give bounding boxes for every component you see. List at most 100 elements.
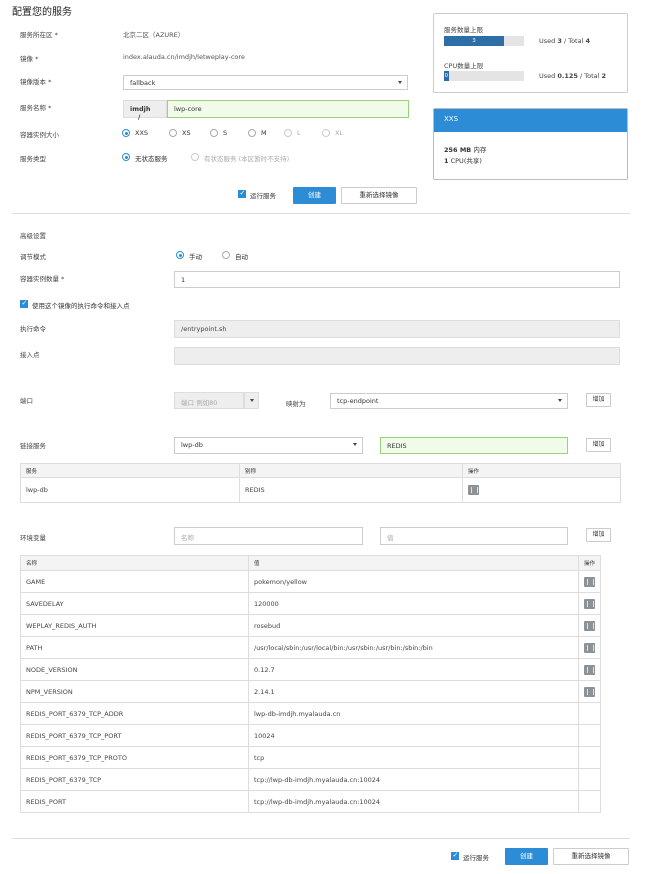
trash-icon[interactable]: [584, 620, 595, 631]
use-entrypoint-label: 使用这个镜像的执行命令和接入点: [32, 302, 130, 310]
table-row: REDIS_PORT_6379_TCP_PROTO tcp: [20, 746, 601, 769]
service-quota-bar-fill: 3: [444, 36, 504, 46]
region-value: 北京二区（AZURE）: [123, 31, 185, 39]
port-protocol-select[interactable]: [244, 392, 259, 409]
link-alias-input[interactable]: REDIS: [380, 437, 568, 454]
chevron-down-icon: [353, 443, 357, 446]
link-row-actions: [462, 477, 621, 503]
env-name-input[interactable]: 名称: [174, 527, 363, 545]
table-row: PATH/usr/local/sbin:/usr/local/bin:/usr/…: [20, 636, 601, 659]
plan-memory-unit: 内存: [471, 146, 487, 154]
link-service-selected: lwp-db: [181, 441, 203, 449]
run-service-checkbox-top[interactable]: [238, 189, 246, 198]
divider: [12, 838, 630, 839]
service-name-input[interactable]: lwp-core: [167, 100, 409, 118]
table-row: GAME pokemon/yellow: [20, 570, 601, 593]
env-name-placeholder: 名称: [181, 534, 194, 542]
env-row-name: GAME: [20, 570, 249, 593]
env-row-value: 2.14.1: [248, 680, 579, 703]
service-type-radio-stateless[interactable]: [122, 153, 130, 161]
image-version-selected: fallback: [130, 79, 156, 87]
links-table-header: 服务 别称 操作: [20, 463, 621, 478]
env-row-name: REDIS_PORT_6379_TCP_PORT: [20, 724, 249, 747]
size-radio-s[interactable]: [210, 129, 218, 137]
env-header-value: 值: [248, 555, 579, 571]
env-row-name: SAVEDELAY: [20, 592, 249, 615]
service-type-label: 服务类型: [20, 155, 46, 163]
create-button-top[interactable]: 创建: [293, 187, 336, 204]
add-env-button[interactable]: 增加: [586, 528, 611, 542]
links-label: 链接服务: [20, 442, 46, 450]
endpoint-selected: tcp-endpoint: [337, 397, 379, 405]
env-row-actions: [578, 746, 601, 769]
use-entrypoint-checkbox[interactable]: [20, 299, 28, 308]
env-row-value: tcp: [248, 746, 579, 769]
service-type-radio-stateful: [191, 153, 199, 161]
map-to-label: 映射为: [286, 400, 306, 408]
scaling-radio-manual[interactable]: [176, 251, 184, 259]
env-row-value: lwp-db-imdjh.myalauda.cn: [248, 702, 579, 725]
port-placeholder: 端口 例如80: [181, 399, 218, 407]
size-radio-m[interactable]: [248, 129, 256, 137]
instances-input[interactable]: 1: [174, 271, 620, 288]
reselect-image-button-top[interactable]: 重新选择镜像: [341, 187, 417, 204]
trash-icon[interactable]: [584, 642, 595, 653]
env-row-name: REDIS_PORT_6379_TCP_ADDR: [20, 702, 249, 725]
scaling-radio-auto[interactable]: [222, 251, 230, 259]
env-value-input[interactable]: 值: [380, 527, 568, 545]
add-port-button[interactable]: 增加: [586, 393, 611, 407]
env-row-actions: [578, 724, 601, 747]
add-link-button[interactable]: 增加: [586, 438, 611, 452]
table-row: REDIS_PORT_6379_TCP tcp://lwp-db-imdjh.my…: [20, 768, 601, 791]
env-row-value: 10024: [248, 724, 579, 747]
plan-name: XXS: [434, 109, 627, 132]
service-type-label-stateful: 有状态服务 (本区暂时不支持): [204, 155, 290, 163]
env-row-value: tcp://lwp-db-imdjh.myalauda.cn:10024: [248, 768, 579, 791]
link-service-select[interactable]: lwp-db: [174, 437, 363, 454]
size-radio-xs[interactable]: [169, 129, 177, 137]
env-table-header: 名称 值 操作: [20, 555, 601, 571]
port-input[interactable]: 端口 例如80: [174, 392, 244, 409]
table-row: REDIS_PORT tcp://lwp-db-imdjh.myalauda.cn…: [20, 790, 601, 813]
trash-icon[interactable]: [584, 664, 595, 675]
divider: [12, 213, 630, 214]
image-version-label: 镜像版本 *: [20, 78, 52, 86]
size-radio-l: [284, 129, 292, 137]
size-radio-xxs[interactable]: [122, 129, 130, 137]
reselect-image-button-bottom[interactable]: 重新选择镜像: [553, 848, 629, 865]
env-row-name: REDIS_PORT_6379_TCP: [20, 768, 249, 791]
env-row-actions: [578, 790, 601, 813]
plan-cpu: 1 CPU(共享): [444, 155, 482, 165]
env-row-name: WEPLAY_REDIS_AUTH: [20, 614, 249, 637]
create-button-bottom[interactable]: 创建: [505, 848, 548, 865]
env-value-placeholder: 值: [387, 534, 394, 542]
env-row-actions: [578, 768, 601, 791]
endpoint-select[interactable]: tcp-endpoint: [330, 393, 568, 409]
run-service-checkbox-bottom[interactable]: [451, 851, 459, 860]
run-service-label-bottom: 运行服务: [463, 854, 489, 862]
env-row-actions: [578, 658, 601, 681]
ports-label: 端口: [20, 397, 33, 405]
service-quota-bar: 3: [444, 36, 524, 46]
env-row-actions: [578, 570, 601, 593]
trash-icon[interactable]: [584, 598, 595, 609]
trash-icon[interactable]: [584, 686, 595, 697]
image-version-select[interactable]: fallback: [123, 75, 408, 90]
env-row-value: rosebud: [248, 614, 579, 637]
table-row: REDIS_PORT_6379_TCP_PORT 10024: [20, 724, 601, 747]
cpu-quota-label: CPU数量上限: [444, 62, 484, 70]
env-row-actions: [578, 636, 601, 659]
trash-icon[interactable]: [468, 485, 479, 495]
run-service-label-top: 运行服务: [250, 192, 276, 200]
table-row: WEPLAY_REDIS_AUTH rosebud: [20, 614, 601, 637]
table-row: NPM_VERSION 2.14.1: [20, 680, 601, 703]
table-row: SAVEDELAY 120000: [20, 592, 601, 615]
command-input: /entrypoint.sh: [174, 320, 620, 338]
env-row-name: REDIS_PORT_6379_TCP_PROTO: [20, 746, 249, 769]
link-row-service: lwp-db: [20, 477, 240, 503]
service-quota-usage: Used 3 / Total 4: [539, 37, 590, 45]
size-label-xs: XS: [182, 129, 191, 137]
trash-icon[interactable]: [584, 576, 595, 587]
service-total-sep: / Total: [561, 37, 586, 45]
command-label: 执行命令: [20, 325, 46, 333]
